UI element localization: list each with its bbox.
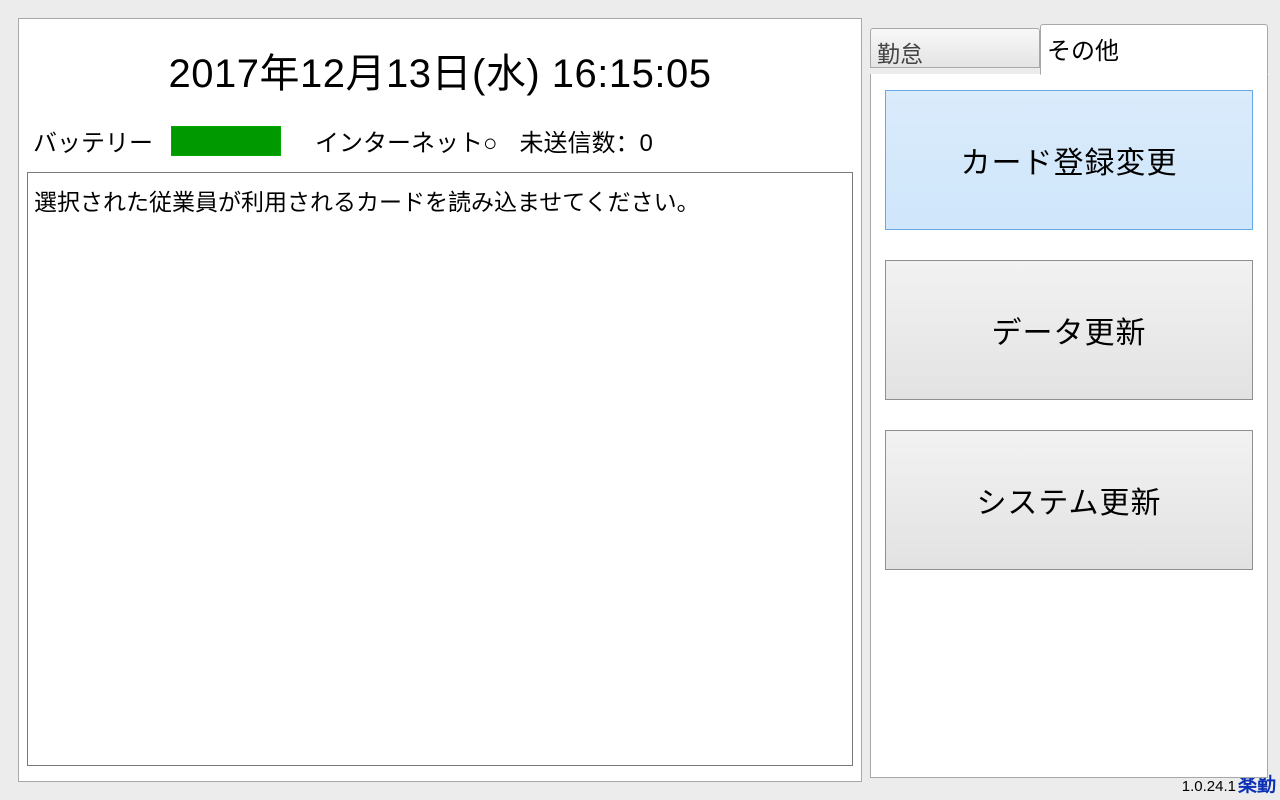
main-panel: 2017年12月13日(水) 16:15:05 バッテリー インターネット○ 未… — [18, 18, 862, 782]
message-box: 選択された従業員が利用されるカードを読み込ませてください。 — [27, 172, 853, 766]
unsent-count: 未送信数：0 — [520, 123, 653, 158]
datetime-display: 2017年12月13日(水) 16:15:05 — [19, 41, 861, 99]
card-register-label: カード登録変更 — [961, 138, 1178, 182]
battery-label: バッテリー — [33, 123, 153, 158]
message-text: 選択された従業員が利用されるカードを読み込ませてください。 — [34, 189, 700, 215]
tab-other[interactable]: その他 — [1040, 24, 1268, 75]
tab-attendance-label: 勤怠 — [877, 41, 923, 67]
tab-bar: 勤怠 その他 — [870, 24, 1268, 75]
data-update-label: データ更新 — [992, 308, 1147, 352]
internet-status: インターネット○ — [315, 123, 498, 158]
system-update-button[interactable]: システム更新 — [885, 430, 1253, 570]
tab-other-label: その他 — [1047, 38, 1119, 65]
tab-attendance[interactable]: 勤怠 — [870, 28, 1040, 68]
side-panel: 勤怠 その他 カード登録変更 データ更新 システム更新 — [870, 24, 1268, 772]
data-update-button[interactable]: データ更新 — [885, 260, 1253, 400]
tab-body-other: カード登録変更 データ更新 システム更新 — [870, 74, 1268, 778]
battery-icon — [171, 126, 281, 156]
system-update-label: システム更新 — [976, 478, 1161, 522]
status-row: バッテリー インターネット○ 未送信数：0 — [19, 123, 861, 172]
version-label: 1.0.24.1 — [1182, 778, 1236, 795]
card-register-button[interactable]: カード登録変更 — [885, 90, 1253, 230]
